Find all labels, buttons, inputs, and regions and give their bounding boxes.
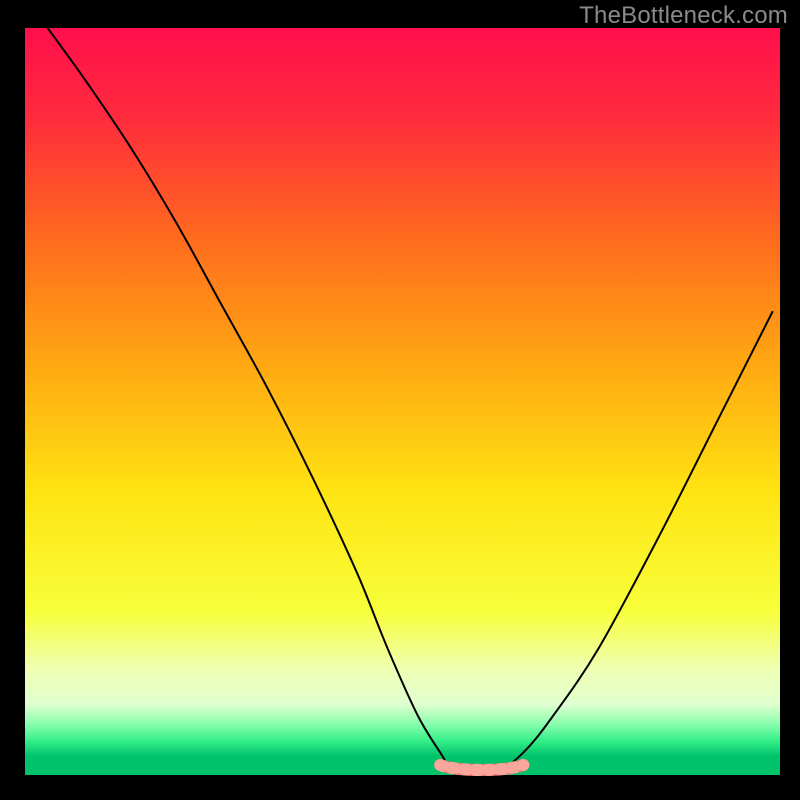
bottleneck-plot (0, 0, 800, 800)
gradient-background (25, 28, 780, 775)
flat-bottom-segment-dots (440, 765, 523, 770)
chart-canvas: TheBottleneck.com (0, 0, 800, 800)
